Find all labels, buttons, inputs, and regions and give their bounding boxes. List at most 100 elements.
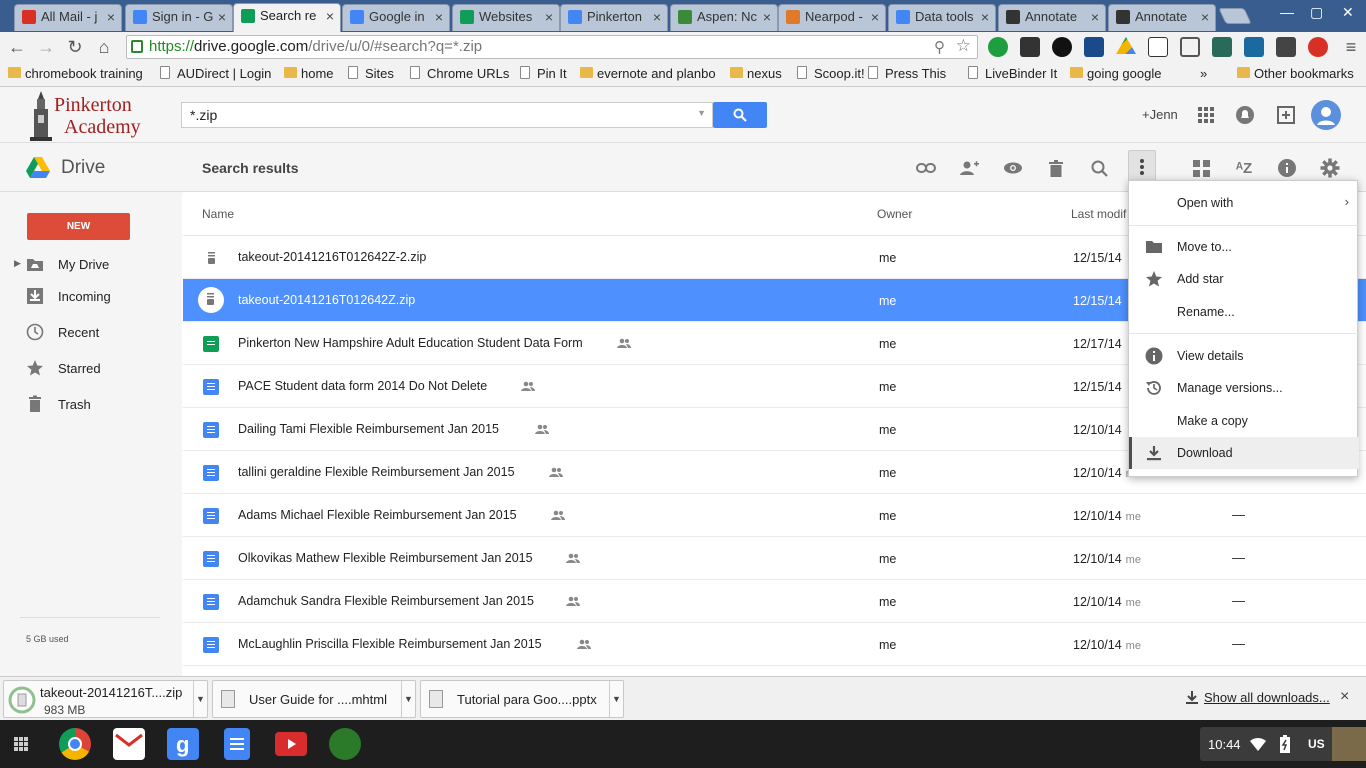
download-item[interactable]: Tutorial para Goo....pptx ▼	[420, 680, 624, 718]
preview-button[interactable]	[1002, 157, 1024, 179]
bookmark-item[interactable]: Pin It	[520, 65, 567, 82]
chrome-app-icon[interactable]	[59, 728, 91, 760]
home-button[interactable]: ⌂	[93, 36, 115, 58]
download-menu-arrow[interactable]: ▼	[193, 681, 207, 717]
browser-tab[interactable]: Data tools ×	[888, 4, 996, 31]
browser-tab[interactable]: Google in ×	[342, 4, 450, 31]
more-actions-button[interactable]	[1128, 150, 1156, 184]
maximize-icon[interactable]: ▢	[1310, 4, 1323, 21]
youtube-app-icon[interactable]	[275, 732, 307, 756]
forward-button[interactable]: →	[35, 36, 57, 58]
user-avatar[interactable]	[1332, 727, 1366, 761]
user-profile-link[interactable]: +Jenn	[1142, 107, 1178, 122]
menu-item-manage-versions[interactable]: Manage versions...	[1129, 372, 1359, 404]
browser-tab[interactable]: Annotate ×	[998, 4, 1106, 31]
screencast-extension-icon[interactable]	[1084, 37, 1104, 57]
browser-tab[interactable]: Nearpod - ×	[778, 4, 886, 31]
bookmark-item[interactable]: Sites	[348, 65, 394, 82]
menu-item-move-to[interactable]: Move to...	[1129, 231, 1359, 263]
close-tab-icon[interactable]: ×	[435, 5, 443, 29]
s-extension-icon[interactable]	[1244, 37, 1264, 57]
bookmark-item[interactable]: Scoop.it!	[797, 65, 865, 82]
settings-button[interactable]	[1319, 157, 1341, 179]
drive-search-box[interactable]: ▼	[181, 102, 713, 128]
search-toolbar-button[interactable]	[1088, 157, 1110, 179]
account-avatar[interactable]	[1311, 100, 1341, 130]
sort-az-icon[interactable]: ᴬZ	[1233, 157, 1255, 179]
address-bar[interactable]: https://drive.google.com/drive/u/0/#sear…	[126, 35, 978, 59]
status-tray[interactable]: 10:44 US	[1200, 727, 1338, 761]
bookmark-item[interactable]: chromebook training	[8, 65, 143, 82]
close-tab-icon[interactable]: ×	[326, 4, 334, 28]
get-link-button[interactable]	[915, 157, 937, 179]
browser-tab[interactable]: Pinkerton ×	[560, 4, 668, 31]
back-button[interactable]: ←	[6, 36, 28, 58]
sidebar-item-trash[interactable]: Trash	[0, 393, 182, 417]
share-button[interactable]	[958, 157, 980, 179]
new-tab-button[interactable]	[1218, 8, 1252, 24]
close-tab-icon[interactable]: ×	[981, 5, 989, 29]
search-dropdown-icon[interactable]: ▼	[697, 108, 706, 118]
cast-extension-icon[interactable]	[1180, 37, 1200, 57]
new-button[interactable]: NEW	[27, 213, 130, 240]
sidebar-item-starred[interactable]: Starred	[0, 357, 182, 381]
drive-app-title[interactable]: Drive	[61, 157, 105, 179]
bookmarks-overflow-button[interactable]: »	[1200, 65, 1207, 82]
apps-grid-icon[interactable]	[1196, 105, 1216, 125]
menu-item-add-star[interactable]: Add star	[1129, 263, 1359, 295]
menu-item-rename[interactable]: Rename...	[1129, 296, 1359, 328]
file-row[interactable]: Adamchuk Sandra Flexible Reimbursement J…	[183, 580, 1366, 623]
menu-item-view-details[interactable]: View details	[1129, 340, 1359, 372]
sidebar-item-my-drive[interactable]: ▶ My Drive	[0, 253, 182, 277]
storage-quota[interactable]: 5 GB used	[26, 634, 69, 644]
hangouts-extension-icon[interactable]	[988, 37, 1008, 57]
browser-tab[interactable]: Search re ×	[233, 3, 341, 32]
download-item[interactable]: takeout-20141216T....zip 983 MB ▼	[3, 680, 208, 718]
download-menu-arrow[interactable]: ▼	[401, 681, 415, 717]
google-search-app-icon[interactable]: g	[167, 728, 199, 760]
parrot-app-icon[interactable]	[329, 728, 361, 760]
browser-tab[interactable]: Sign in - G ×	[125, 4, 233, 31]
bookmark-item[interactable]: AUDirect | Login	[160, 65, 271, 82]
column-name[interactable]: Name	[202, 207, 234, 221]
pinkerton-logo[interactable]: Pinkerton Academy	[28, 91, 158, 141]
menu-item-open-with[interactable]: Open with ›	[1129, 187, 1359, 219]
file-row[interactable]: Adams Michael Flexible Reimbursement Jan…	[183, 494, 1366, 537]
search-button[interactable]	[713, 102, 767, 128]
zoom-search-icon[interactable]: ⚲	[934, 38, 945, 56]
lastpass-extension-icon[interactable]	[1308, 37, 1328, 57]
bookmark-item[interactable]: Chrome URLs	[410, 65, 509, 82]
column-last-modified[interactable]: Last modif	[1071, 207, 1126, 221]
apps-extension-icon[interactable]	[1276, 37, 1296, 57]
sidebar-item-recent[interactable]: Recent	[0, 321, 182, 345]
close-tab-icon[interactable]: ×	[1201, 5, 1209, 29]
sidebar-item-incoming[interactable]: Incoming	[0, 285, 182, 309]
other-bookmarks-folder[interactable]: Other bookmarks	[1237, 65, 1354, 82]
close-tab-icon[interactable]: ×	[545, 5, 553, 29]
bookmark-item[interactable]: Press This	[868, 65, 946, 82]
mustache-extension-icon[interactable]	[1212, 37, 1232, 57]
notifications-bell-icon[interactable]	[1235, 105, 1255, 125]
docs-app-icon[interactable]	[224, 728, 250, 760]
close-shelf-icon[interactable]: ×	[1340, 688, 1349, 706]
download-menu-arrow[interactable]: ▼	[609, 681, 623, 717]
browser-tab[interactable]: Websites ×	[452, 4, 560, 31]
bookmark-item[interactable]: LiveBinder It	[968, 65, 1057, 82]
bookmark-item[interactable]: nexus	[730, 65, 782, 82]
close-tab-icon[interactable]: ×	[107, 5, 115, 29]
close-tab-icon[interactable]: ×	[1091, 5, 1099, 29]
file-row[interactable]: Olkovikas Mathew Flexible Reimbursement …	[183, 537, 1366, 580]
camera-extension-icon[interactable]	[1052, 37, 1072, 57]
grid-view-button[interactable]	[1190, 157, 1212, 179]
close-tab-icon[interactable]: ×	[763, 5, 771, 29]
details-button[interactable]	[1276, 157, 1298, 179]
film-extension-icon[interactable]	[1020, 37, 1040, 57]
bookmark-item[interactable]: going google	[1070, 65, 1161, 82]
browser-tab[interactable]: All Mail - j ×	[14, 4, 122, 31]
show-all-downloads-link[interactable]: Show all downloads...	[1204, 690, 1330, 705]
menu-item-download[interactable]: Download	[1129, 437, 1359, 469]
menu-item-make-copy[interactable]: Make a copy	[1129, 405, 1359, 437]
bookmark-item[interactable]: home	[284, 65, 334, 82]
gmail-app-icon[interactable]	[113, 728, 145, 760]
bookmark-item[interactable]: evernote and planbo	[580, 65, 720, 82]
